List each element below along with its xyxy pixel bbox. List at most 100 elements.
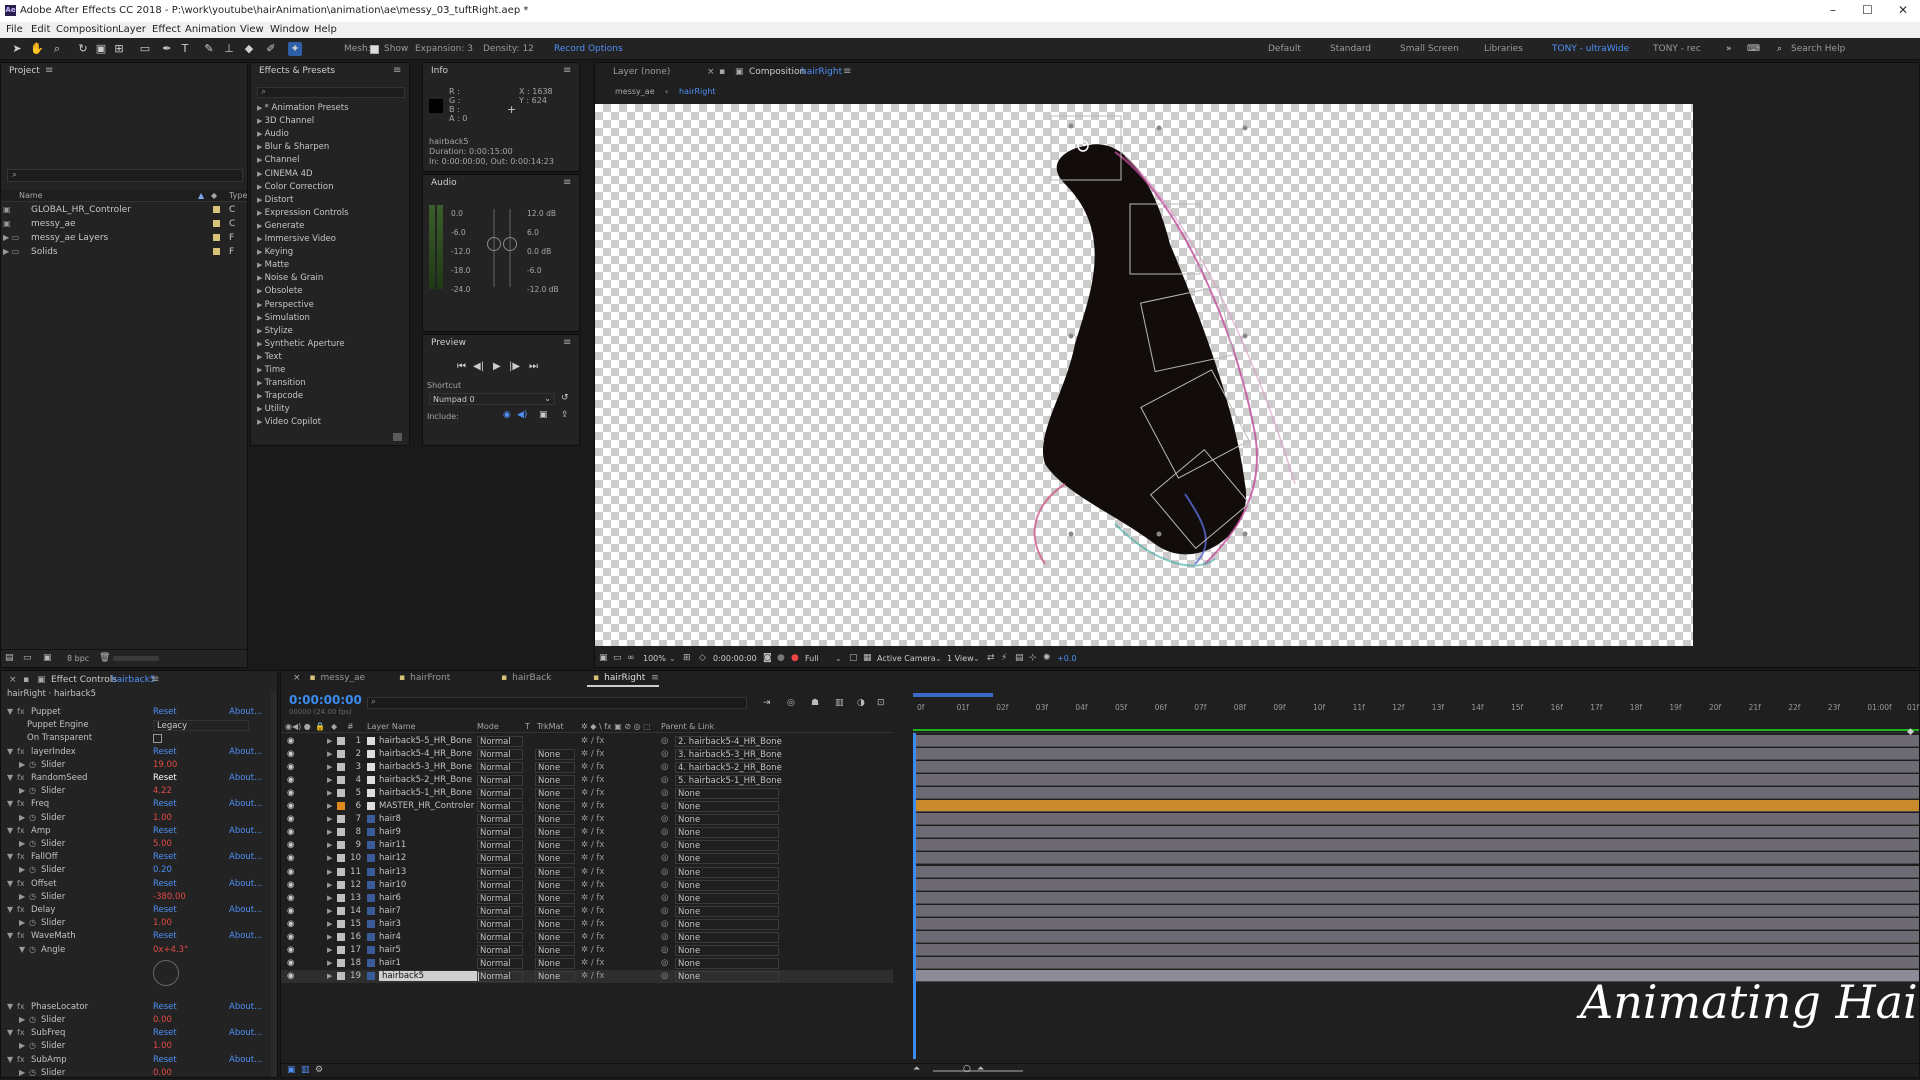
- layer-label-swatch[interactable]: [337, 958, 345, 967]
- project-item[interactable]: ▶ ▭ Solids F: [1, 246, 247, 259]
- expand-layer-arrow-icon[interactable]: ▶: [327, 802, 332, 810]
- track-matte-dropdown[interactable]: None: [535, 931, 575, 943]
- effect-about-link[interactable]: About...: [229, 1055, 262, 1065]
- preview-menu-icon[interactable]: ≡: [563, 337, 571, 348]
- layer-name[interactable]: hairback5-4_HR_Bone: [379, 749, 472, 759]
- eye-visibility-icon[interactable]: ◉: [287, 762, 294, 772]
- property-value[interactable]: 0x+4.3°: [153, 945, 188, 955]
- timeline-layer-row[interactable]: ◉ ▶ 19 hairback5 Normal None ✲ ∕ fx ◎ None: [281, 969, 893, 983]
- parent-dropdown[interactable]: None: [675, 957, 779, 969]
- layer-switches-icon[interactable]: ✲ ∕ fx: [581, 853, 604, 863]
- expand-layer-arrow-icon[interactable]: ▶: [327, 972, 332, 980]
- parent-pickwhip-icon[interactable]: ◎: [661, 971, 668, 981]
- layer-name[interactable]: hair11: [379, 840, 406, 850]
- effect-category[interactable]: ▶ Blur & Sharpen: [257, 142, 407, 155]
- workspace-libraries[interactable]: Libraries: [1484, 44, 1523, 54]
- layer-label-swatch[interactable]: [337, 776, 345, 785]
- always-preview-icon[interactable]: ▣: [599, 653, 608, 663]
- zoom-dropdown[interactable]: 100%: [643, 654, 666, 663]
- parent-pickwhip-icon[interactable]: ◎: [661, 880, 668, 890]
- parent-pickwhip-icon[interactable]: ◎: [661, 919, 668, 929]
- parent-dropdown[interactable]: None: [675, 892, 779, 904]
- expand-layer-arrow-icon[interactable]: ▶: [327, 946, 332, 954]
- blend-mode-dropdown[interactable]: Normal: [477, 931, 523, 943]
- play-icon[interactable]: ▶: [493, 361, 501, 372]
- label-color-swatch[interactable]: [213, 206, 220, 213]
- stopwatch-icon[interactable]: ◷: [29, 1068, 36, 1077]
- effect-category[interactable]: ▶ CINEMA 4D: [257, 169, 407, 182]
- track-matte-dropdown[interactable]: None: [535, 840, 575, 852]
- puppet-pin-tool-icon[interactable]: ✦: [288, 42, 302, 56]
- info-menu-icon[interactable]: ≡: [563, 65, 571, 76]
- track-matte-dropdown[interactable]: None: [535, 892, 575, 904]
- property-value[interactable]: 0.20: [153, 865, 172, 875]
- mask-vertex[interactable]: [1068, 123, 1074, 129]
- project-menu-icon[interactable]: ≡: [45, 65, 53, 76]
- expand-arrow-icon[interactable]: ▶: [257, 248, 265, 256]
- layer-duration-bar[interactable]: [913, 761, 1919, 774]
- timeline-layer-row[interactable]: ◉ ▶ 7 hair8 Normal None ✲ ∕ fx ◎ None: [281, 813, 893, 826]
- layer-switches-icon[interactable]: ✲ ∕ fx: [581, 906, 604, 916]
- menu-composition[interactable]: Composition: [56, 24, 118, 35]
- parent-pickwhip-icon[interactable]: ◎: [661, 762, 668, 772]
- mask-vertex[interactable]: [1068, 531, 1074, 537]
- effect-category[interactable]: ▶ Obsolete: [257, 286, 407, 299]
- layer-label-swatch[interactable]: [337, 867, 345, 876]
- expand-arrow-icon[interactable]: ▶: [19, 760, 25, 769]
- project-search-input[interactable]: ⌕: [7, 169, 243, 182]
- effect-category[interactable]: ▶ Audio: [257, 129, 407, 142]
- effect-about-link[interactable]: About...: [229, 747, 262, 757]
- include-audio-icon[interactable]: ◀): [517, 410, 527, 420]
- expand-arrow-icon[interactable]: ▶: [257, 405, 265, 413]
- parent-pickwhip-icon[interactable]: ◎: [661, 906, 668, 916]
- parent-pickwhip-icon[interactable]: ◎: [661, 958, 668, 968]
- stopwatch-icon[interactable]: ◷: [29, 1015, 36, 1024]
- view-layout-dropdown[interactable]: 1 View: [947, 654, 974, 663]
- timeline-layer-row[interactable]: ◉ ▶ 5 hairback5-1_HR_Bone Normal None ✲ ∕ fx ◎ N…: [281, 787, 893, 800]
- menu-window[interactable]: Window: [270, 24, 309, 35]
- workspace-small-screen[interactable]: Small Screen: [1400, 44, 1459, 54]
- track-matte-dropdown[interactable]: None: [535, 957, 575, 969]
- time-ruler[interactable]: 0f 01f 02f 03f 04f 05f 06f 07f 08f 09f 10f 11f 12f 13…: [913, 693, 1919, 733]
- parent-pickwhip-icon[interactable]: ◎: [661, 853, 668, 863]
- layer-duration-bar[interactable]: [913, 826, 1919, 839]
- parent-pickwhip-icon[interactable]: ◎: [661, 840, 668, 850]
- fx-toggle-icon[interactable]: fx: [17, 799, 25, 808]
- layer-name[interactable]: hairback5-3_HR_Bone: [379, 762, 472, 772]
- parent-dropdown[interactable]: None: [675, 840, 779, 852]
- expand-arrow-icon[interactable]: ▶: [257, 366, 265, 374]
- expand-layer-arrow-icon[interactable]: ▶: [327, 894, 332, 902]
- selection-tool-icon[interactable]: ➤: [10, 42, 24, 56]
- expand-arrow-icon[interactable]: ▶: [257, 104, 265, 112]
- project-item[interactable]: ▣ messy_ae C: [1, 218, 247, 231]
- parent-dropdown[interactable]: None: [675, 970, 779, 982]
- layer-switches-icon[interactable]: ✲ ∕ fx: [581, 919, 604, 929]
- mesh-show-checkbox[interactable]: [370, 45, 379, 54]
- next-frame-icon[interactable]: |▶: [509, 361, 520, 372]
- resolution-dropdown[interactable]: Full: [805, 654, 819, 663]
- hand-tool-icon[interactable]: ✋: [30, 42, 44, 56]
- expand-layer-arrow-icon[interactable]: ▶: [327, 815, 332, 823]
- effect-category[interactable]: ▶ Color Correction: [257, 182, 407, 195]
- expand-layer-arrow-icon[interactable]: ▶: [327, 737, 332, 745]
- comp-tab-name[interactable]: hairRight: [801, 67, 842, 77]
- breadcrumb-current[interactable]: hairRight: [679, 87, 716, 96]
- pen-tool-icon[interactable]: ✒: [160, 42, 174, 56]
- fx-toggle-icon[interactable]: fx: [17, 707, 25, 716]
- fx-toggle-icon[interactable]: fx: [17, 852, 25, 861]
- timeline-layer-row[interactable]: ◉ ▶ 18 hair1 Normal None ✲ ∕ fx ◎ None: [281, 957, 893, 970]
- track-matte-dropdown[interactable]: None: [535, 801, 575, 813]
- expand-arrow-icon[interactable]: ▶: [257, 392, 265, 400]
- close-tab-icon[interactable]: ×: [9, 675, 17, 685]
- viewer-timecode[interactable]: 0:00:00:00: [713, 654, 757, 663]
- expand-layer-arrow-icon[interactable]: ▶: [327, 959, 332, 967]
- eye-visibility-icon[interactable]: ◉: [287, 880, 294, 890]
- zoom-in-icon[interactable]: ⏶: [977, 1064, 984, 1074]
- layer-name[interactable]: hairback5-2_HR_Bone: [379, 775, 472, 785]
- col-layer-name[interactable]: Layer Name: [367, 722, 415, 731]
- maximize-button[interactable]: ☐: [1862, 3, 1873, 17]
- layer-switches-icon[interactable]: ▣: [287, 1065, 296, 1075]
- layer-duration-bar[interactable]: [913, 748, 1919, 761]
- parent-dropdown[interactable]: 2. hairback5-4_HR_Bone: [675, 736, 782, 747]
- menu-effect[interactable]: Effect: [152, 24, 181, 35]
